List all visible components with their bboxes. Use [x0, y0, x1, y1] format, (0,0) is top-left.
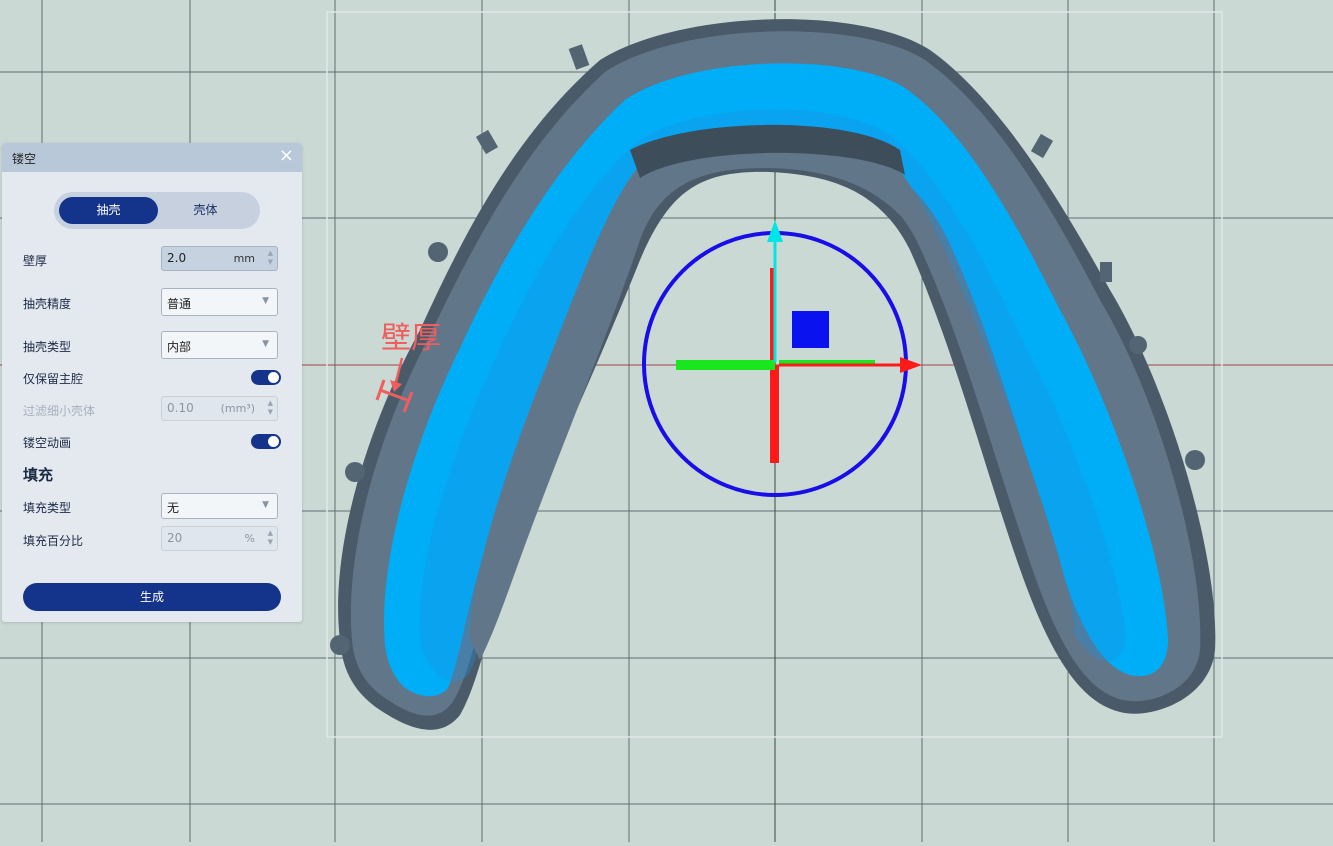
filter-small-shell-unit: (mm³) [220, 402, 255, 415]
close-icon[interactable]: × [279, 146, 294, 166]
shell-type-select[interactable]: 内部 ▼ [161, 331, 278, 359]
wall-thickness-input[interactable]: 2.0 mm ▲ ▼ [161, 246, 278, 271]
spinner-arrows-icon[interactable]: ▲ ▼ [268, 399, 273, 417]
wall-thickness-unit: mm [233, 252, 255, 265]
hollow-animation-label: 镂空动画 [23, 436, 72, 450]
shell-precision-label: 抽壳精度 [23, 297, 72, 311]
shell-precision-value: 普通 [167, 297, 192, 311]
filter-small-shell-input[interactable]: 0.10 (mm³) ▲ ▼ [161, 396, 278, 421]
shell-type-label: 抽壳类型 [23, 340, 72, 354]
spinner-arrows-icon[interactable]: ▲ ▼ [268, 249, 273, 267]
tab-shell-body[interactable]: 壳体 [156, 197, 255, 224]
panel-header: 镂空 × [2, 143, 302, 172]
hollow-panel: 镂空 × 抽壳 壳体 壁厚 2.0 mm ▲ ▼ 抽壳精度 普通 ▼ 抽壳类型 内… [2, 143, 302, 622]
x-axis-bar-upper[interactable] [770, 268, 774, 364]
fill-percent-value: 20 [167, 531, 183, 545]
keep-main-cavity-label: 仅保留主腔 [23, 372, 84, 386]
fill-percent-label: 填充百分比 [23, 534, 84, 548]
plane-handle[interactable] [792, 311, 829, 348]
x-arrow-head-icon[interactable] [900, 357, 922, 373]
y-axis-bar-right[interactable] [779, 360, 875, 364]
y-axis-bar[interactable] [676, 360, 775, 370]
mode-toggle: 抽壳 壳体 [54, 192, 260, 229]
keep-main-cavity-toggle[interactable] [251, 370, 281, 385]
tab-shell-extract[interactable]: 抽壳 [59, 197, 158, 224]
spinner-arrows-icon[interactable]: ▲ ▼ [268, 529, 273, 547]
fill-type-value: 无 [167, 501, 180, 515]
transform-gizmo[interactable] [642, 220, 922, 497]
wall-thickness-value: 2.0 [167, 251, 187, 265]
fill-section-heading: 填充 [23, 466, 54, 484]
x-axis-bar[interactable] [770, 365, 779, 463]
generate-button[interactable]: 生成 [23, 583, 281, 611]
chevron-down-icon: ▼ [262, 500, 269, 510]
filter-small-shell-value: 0.10 [167, 401, 194, 415]
fill-percent-input[interactable]: 20 % ▲ ▼ [161, 526, 278, 551]
fill-percent-unit: % [244, 532, 255, 545]
z-arrow-head-icon[interactable] [767, 220, 783, 242]
shell-precision-select[interactable]: 普通 ▼ [161, 288, 278, 316]
hollow-animation-toggle[interactable] [251, 434, 281, 449]
fill-type-select[interactable]: 无 ▼ [161, 493, 278, 519]
shell-type-value: 内部 [167, 340, 192, 354]
chevron-down-icon: ▼ [262, 296, 269, 306]
filter-small-shell-label: 过滤细小壳体 [23, 404, 96, 418]
wall-thickness-label: 壁厚 [23, 254, 48, 268]
annotation-label: 壁厚 [381, 321, 441, 356]
fill-type-label: 填充类型 [23, 501, 72, 515]
chevron-down-icon: ▼ [262, 339, 269, 349]
panel-title: 镂空 [12, 152, 37, 166]
